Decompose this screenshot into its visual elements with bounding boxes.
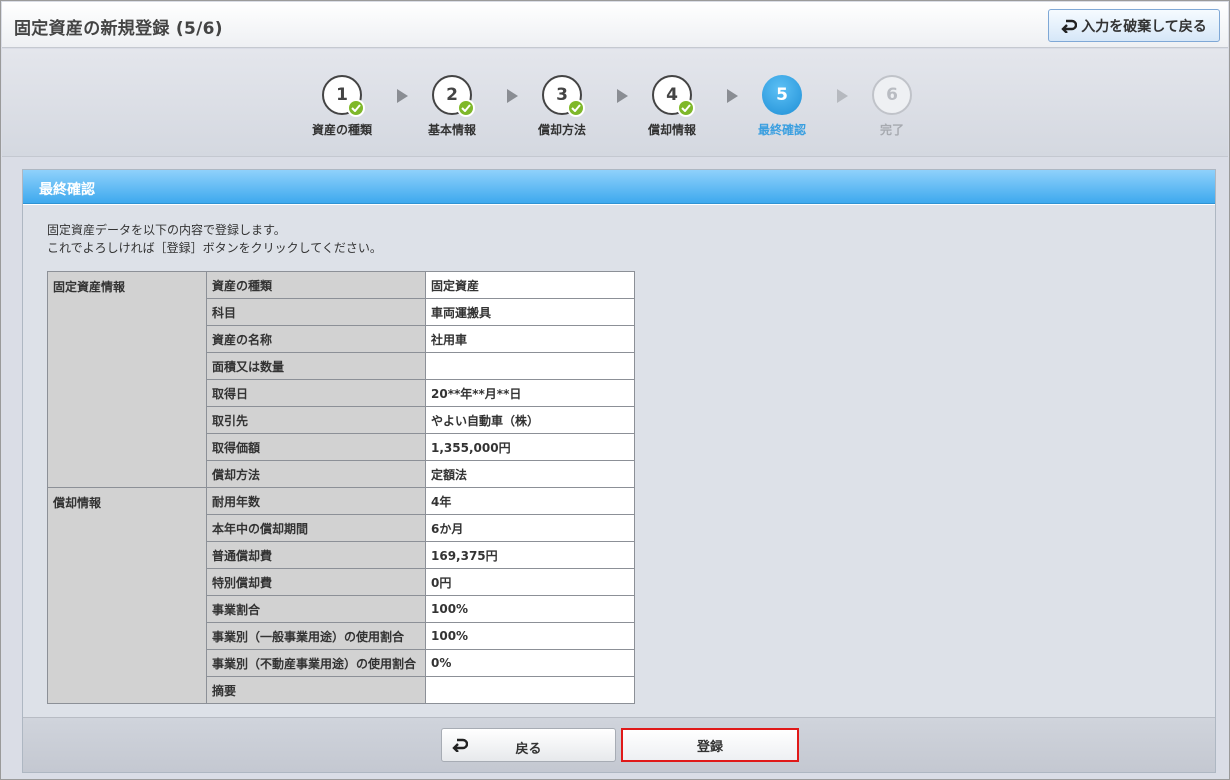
step-number: 6 xyxy=(872,75,912,115)
field-value: 固定資産 xyxy=(425,271,635,299)
field-label: 事業別（不動産事業用途）の使用割合 xyxy=(206,649,426,677)
field-label: 償却方法 xyxy=(206,460,426,488)
field-value: 0円 xyxy=(425,568,635,596)
step-number: 5 xyxy=(762,75,802,115)
field-value: 4年 xyxy=(425,487,635,515)
checkmark-icon xyxy=(347,99,365,117)
field-label: 摘要 xyxy=(206,676,426,704)
panel-body: 固定資産データを以下の内容で登録します。 これでよろしければ［登録］ボタンをクリ… xyxy=(23,205,1215,717)
header-bar: 固定資産の新規登録 (5/6) 入力を破棄して戻る xyxy=(2,2,1228,48)
step-arrow-icon xyxy=(727,89,738,103)
field-label: 事業割合 xyxy=(206,595,426,623)
group-label-asset-info: 固定資産情報 xyxy=(47,271,207,488)
field-label: 事業別（一般事業用途）の使用割合 xyxy=(206,622,426,650)
field-label: 資産の名称 xyxy=(206,325,426,353)
field-value: 定額法 xyxy=(425,460,635,488)
step-4: 4 償却情報 xyxy=(632,75,712,145)
checkmark-icon xyxy=(677,99,695,117)
field-value: 169,375円 xyxy=(425,541,635,569)
step-arrow-icon xyxy=(837,89,848,103)
confirmation-table: 固定資産情報 資産の種類 固定資産 科目 車両運搬具 資産の名称 社用車 面積又… xyxy=(47,271,635,704)
step-arrow-icon xyxy=(507,89,518,103)
table-row: 償却情報 耐用年数 4年 xyxy=(47,487,635,704)
discard-button-label: 入力を破棄して戻る xyxy=(1081,18,1207,35)
step-label: 最終確認 xyxy=(757,123,806,137)
field-label: 資産の種類 xyxy=(206,271,426,299)
field-value: 20**年**月**日 xyxy=(425,379,635,407)
step-label: 償却方法 xyxy=(537,123,586,137)
panel-title: 最終確認 xyxy=(39,182,95,198)
back-button[interactable]: 戻る xyxy=(441,728,616,762)
intro-line-2: これでよろしければ［登録］ボタンをクリックしてください。 xyxy=(47,241,382,255)
field-label: 普通償却費 xyxy=(206,541,426,569)
checkmark-icon xyxy=(457,99,475,117)
page-title: 固定資産の新規登録 (5/6) xyxy=(14,19,223,39)
group-label-depreciation-info: 償却情報 xyxy=(47,487,207,704)
step-2: 2 基本情報 xyxy=(412,75,492,145)
step-1: 1 資産の種類 xyxy=(302,75,382,145)
field-value: 1,355,000円 xyxy=(425,433,635,461)
return-arrow-icon xyxy=(1061,19,1078,33)
step-label: 基本情報 xyxy=(427,123,476,137)
field-label: 面積又は数量 xyxy=(206,352,426,380)
field-label: 耐用年数 xyxy=(206,487,426,515)
table-row: 固定資産情報 資産の種類 固定資産 xyxy=(47,271,635,488)
step-arrow-icon xyxy=(617,89,628,103)
final-confirmation-panel: 最終確認 固定資産データを以下の内容で登録します。 これでよろしければ［登録］ボ… xyxy=(22,169,1216,773)
intro-line-1: 固定資産データを以下の内容で登録します。 xyxy=(47,223,286,237)
field-label: 本年中の償却期間 xyxy=(206,514,426,542)
field-value: やよい自動車（株） xyxy=(425,406,635,434)
field-label: 特別償却費 xyxy=(206,568,426,596)
field-value: 車両運搬具 xyxy=(425,298,635,326)
field-value: 6か月 xyxy=(425,514,635,542)
app-window: 固定資産の新規登録 (5/6) 入力を破棄して戻る 1 資産の種類 2 基本情報… xyxy=(0,0,1230,780)
step-6: 6 完了 xyxy=(852,75,932,145)
discard-and-return-button[interactable]: 入力を破棄して戻る xyxy=(1048,9,1220,42)
panel-footer: 戻る 登録 xyxy=(23,717,1215,772)
field-label: 取引先 xyxy=(206,406,426,434)
step-label: 資産の種類 xyxy=(311,123,372,137)
field-value: 100% xyxy=(425,622,635,650)
field-value xyxy=(425,352,635,380)
field-value: 0% xyxy=(425,649,635,677)
step-arrow-icon xyxy=(397,89,408,103)
register-button[interactable]: 登録 xyxy=(621,728,799,762)
field-value: 100% xyxy=(425,595,635,623)
field-value xyxy=(425,676,635,704)
field-value: 社用車 xyxy=(425,325,635,353)
intro-text: 固定資産データを以下の内容で登録します。 これでよろしければ［登録］ボタンをクリ… xyxy=(47,221,382,257)
step-label: 完了 xyxy=(879,123,904,137)
register-button-label: 登録 xyxy=(696,739,723,755)
progress-steps: 1 資産の種類 2 基本情報 3 償却方法 4 償却情報 5 最終確認 6 完了 xyxy=(2,49,1228,157)
field-label: 取得日 xyxy=(206,379,426,407)
field-label: 取得価額 xyxy=(206,433,426,461)
step-label: 償却情報 xyxy=(647,123,696,137)
checkmark-icon xyxy=(567,99,585,117)
step-5: 5 最終確認 xyxy=(742,75,822,145)
step-3: 3 償却方法 xyxy=(522,75,602,145)
back-button-label: 戻る xyxy=(515,742,542,757)
panel-header: 最終確認 xyxy=(23,170,1215,204)
field-label: 科目 xyxy=(206,298,426,326)
